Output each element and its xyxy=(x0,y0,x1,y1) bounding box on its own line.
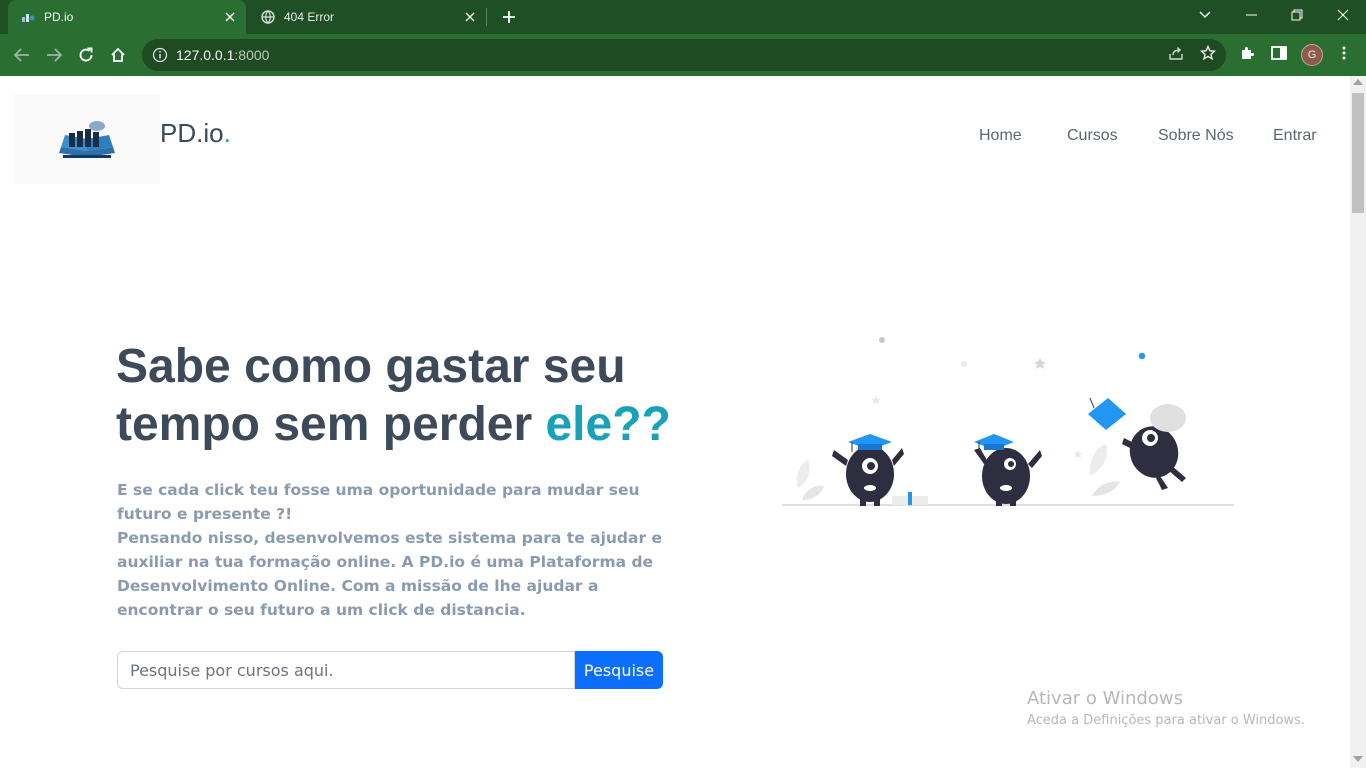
arrow-left-icon xyxy=(14,48,29,62)
watermark-title: Ativar o Windows xyxy=(1027,688,1183,709)
course-search-input[interactable] xyxy=(117,651,575,689)
side-panel-icon xyxy=(1271,46,1287,60)
hero-title-line2: tempo sem perder xyxy=(116,398,546,451)
browser-toolbar: 127.0.0.1:8000 G xyxy=(0,34,1366,76)
nav-home[interactable]: Home xyxy=(979,127,1022,145)
scrollbar-thumb[interactable] xyxy=(1352,93,1364,213)
browser-tab-bar: PD.io 404 Error xyxy=(0,0,1366,34)
minimize-icon xyxy=(1245,14,1257,16)
profile-avatar[interactable]: G xyxy=(1301,44,1323,66)
side-panel-button[interactable] xyxy=(1265,39,1293,67)
graduation-illustration xyxy=(782,337,1234,506)
reload-icon xyxy=(79,47,93,62)
tab-title: 404 Error xyxy=(284,10,335,24)
extensions-button[interactable] xyxy=(1233,39,1261,67)
windows-activation-watermark: Ativar o Windows Aceda a Definições para… xyxy=(1027,688,1305,728)
logo-book-icon xyxy=(59,121,115,158)
hero-title-line1: Sabe como gastar seu xyxy=(116,340,626,393)
home-button[interactable] xyxy=(104,41,132,69)
scroll-down-arrow-icon[interactable] xyxy=(1353,756,1363,762)
site-logo[interactable] xyxy=(14,94,160,184)
close-icon xyxy=(1337,9,1349,21)
url-text: 127.0.0.1:8000 xyxy=(176,47,270,63)
close-tab-icon[interactable] xyxy=(222,9,238,25)
restore-icon xyxy=(1291,9,1303,21)
tab-pdio[interactable]: PD.io xyxy=(8,0,246,34)
address-bar[interactable]: 127.0.0.1:8000 xyxy=(142,39,1226,71)
bookmark-button[interactable] xyxy=(1194,39,1222,67)
nav-cursos[interactable]: Cursos xyxy=(1067,127,1118,145)
info-icon[interactable] xyxy=(152,47,168,63)
hero-paragraph-2: Pensando nisso, desenvolvemos este siste… xyxy=(117,529,663,619)
close-window-button[interactable] xyxy=(1320,0,1366,30)
hero-description: E se cada click teu fosse uma oportunida… xyxy=(117,478,665,622)
globe-icon xyxy=(260,9,276,25)
forward-button[interactable] xyxy=(40,41,68,69)
site-favicon-icon xyxy=(20,9,36,25)
brand-name[interactable]: PD.io. xyxy=(160,118,231,149)
reload-button[interactable] xyxy=(72,41,100,69)
new-tab-button[interactable] xyxy=(498,6,520,28)
plus-icon xyxy=(503,11,515,23)
star-icon xyxy=(1200,45,1216,61)
nav-entrar[interactable]: Entrar xyxy=(1273,127,1317,145)
tab-404-error[interactable]: 404 Error xyxy=(248,0,486,34)
chevron-down-icon xyxy=(1199,11,1211,18)
menu-button[interactable] xyxy=(1330,39,1358,67)
page-viewport: PD.io. Home Cursos Sobre Nós Entrar Sabe… xyxy=(0,76,1350,768)
scroll-up-arrow-icon[interactable] xyxy=(1353,79,1363,85)
tab-separator xyxy=(486,8,487,26)
puzzle-icon xyxy=(1242,47,1254,59)
nav-sobre-nos[interactable]: Sobre Nós xyxy=(1158,127,1234,145)
close-tab-icon[interactable] xyxy=(462,9,478,25)
tab-search-button[interactable] xyxy=(1182,0,1228,30)
hero-paragraph-1: E se cada click teu fosse uma oportunida… xyxy=(117,481,640,523)
home-icon xyxy=(111,47,125,62)
share-icon xyxy=(1169,47,1183,60)
minimize-button[interactable] xyxy=(1228,0,1274,30)
hero-title: Sabe como gastar seu tempo sem perder el… xyxy=(116,338,716,454)
tab-title: PD.io xyxy=(44,10,74,24)
search-button[interactable]: Pesquise xyxy=(575,651,663,689)
hero-title-accent: ele?? xyxy=(545,398,671,451)
watermark-subtitle: Aceda a Definições para ativar o Windows… xyxy=(1027,713,1306,728)
restore-button[interactable] xyxy=(1274,0,1320,30)
kebab-menu-icon xyxy=(1342,46,1346,60)
back-button[interactable] xyxy=(8,41,36,69)
arrow-right-icon xyxy=(47,48,62,62)
share-button[interactable] xyxy=(1162,39,1190,67)
